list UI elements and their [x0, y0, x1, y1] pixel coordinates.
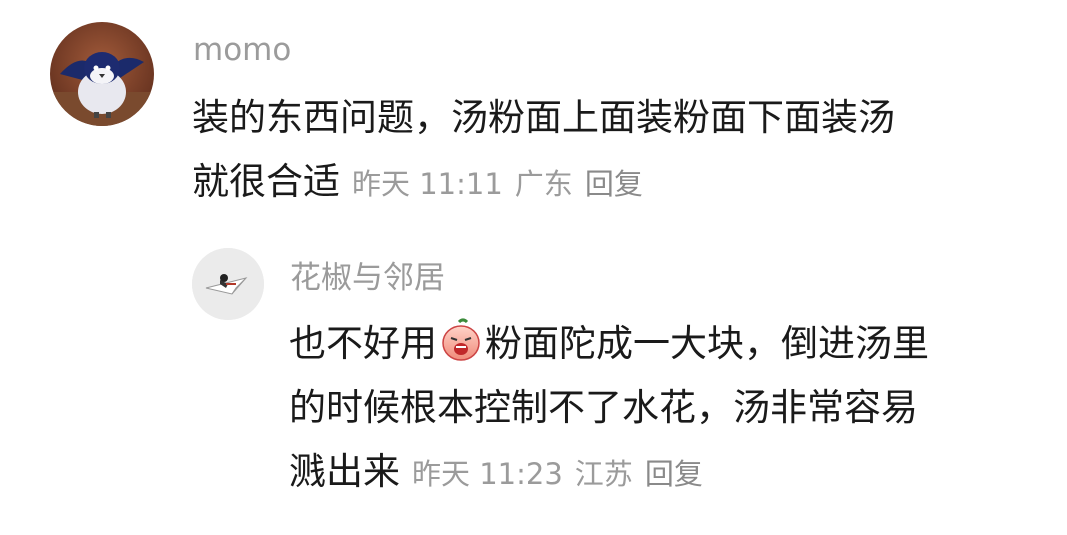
comment-text-line-2: 就很合适 昨天 11:11 广东 回复 — [192, 150, 895, 214]
reply-text-line-2: 的时候根本控制不了水花，汤非常容易 — [289, 386, 918, 429]
comment-username[interactable]: momo — [193, 30, 291, 70]
crying-face-emoji — [439, 318, 483, 362]
comment-meta: 昨天 11:11 广东 回复 — [352, 167, 655, 201]
reply-reply-button[interactable]: 回复 — [645, 457, 703, 491]
reply-text-line-3: 溅出来 昨天 11:23 江苏 回复 — [289, 440, 929, 504]
reply-meta: 昨天 11:23 江苏 回复 — [412, 457, 715, 491]
reply-username[interactable]: 花椒与邻居 — [290, 258, 445, 298]
reply-text-line-3-content: 溅出来 — [289, 450, 400, 493]
reply-body: 也不好用 粉面陀成一大块，倒进汤里 的时候根本控制不了水花，汤非常容易 溅出来昨… — [289, 312, 929, 504]
comment-time: 昨天 11:11 — [352, 167, 503, 201]
avatar-huajiao[interactable] — [192, 248, 264, 320]
comment-text-line-1: 装的东西问题，汤粉面上面装粉面下面装汤 — [192, 96, 895, 139]
reply-location: 江苏 — [574, 457, 633, 491]
comment-location: 广东 — [514, 167, 573, 201]
reply-time: 昨天 11:23 — [412, 457, 563, 491]
reply-text-before-emoji: 也不好用 — [289, 322, 437, 365]
avatar-momo[interactable] — [50, 22, 154, 126]
comment-body: 装的东西问题，汤粉面上面装粉面下面装汤 就很合适 昨天 11:11 广东 回复 — [192, 86, 895, 214]
comment-reply-button[interactable]: 回复 — [585, 167, 643, 201]
reply-text-line-1: 也不好用 粉面陀成一大块，倒进汤里 — [289, 312, 929, 376]
comment-text-line-2-content: 就很合适 — [192, 160, 340, 203]
reply-text-after-emoji: 粉面陀成一大块，倒进汤里 — [485, 322, 929, 365]
